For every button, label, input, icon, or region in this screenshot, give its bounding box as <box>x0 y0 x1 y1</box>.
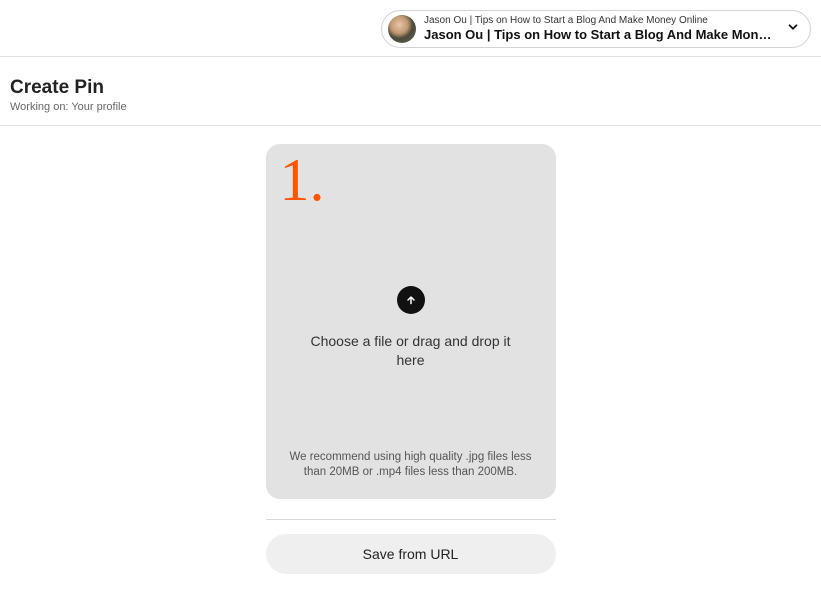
page-header: Create Pin Working on: Your profile <box>0 57 821 125</box>
page-title: Create Pin <box>10 77 821 99</box>
save-from-url-label: Save from URL <box>363 546 459 562</box>
dropzone-center: Choose a file or drag and drop it here <box>301 286 521 370</box>
page-subtitle: Working on: Your profile <box>10 101 821 113</box>
main-area: 1. Choose a file or drag and drop it her… <box>0 126 821 574</box>
profile-selector[interactable]: Jason Ou | Tips on How to Start a Blog A… <box>381 10 811 48</box>
chevron-down-icon <box>786 20 800 39</box>
profile-large-label: Jason Ou | Tips on How to Start a Blog A… <box>424 27 772 43</box>
avatar <box>388 15 416 43</box>
profile-text: Jason Ou | Tips on How to Start a Blog A… <box>424 15 772 43</box>
divider <box>266 519 556 520</box>
dropzone-prompt: Choose a file or drag and drop it here <box>301 332 521 370</box>
top-bar: Jason Ou | Tips on How to Start a Blog A… <box>0 0 821 56</box>
upload-icon <box>397 286 425 314</box>
annotation-number: 1. <box>280 146 325 215</box>
dropzone-recommendation: We recommend using high quality .jpg fil… <box>280 450 542 481</box>
profile-small-label: Jason Ou | Tips on How to Start a Blog A… <box>424 15 772 27</box>
upload-dropzone[interactable]: 1. Choose a file or drag and drop it her… <box>266 144 556 499</box>
save-from-url-button[interactable]: Save from URL <box>266 534 556 574</box>
